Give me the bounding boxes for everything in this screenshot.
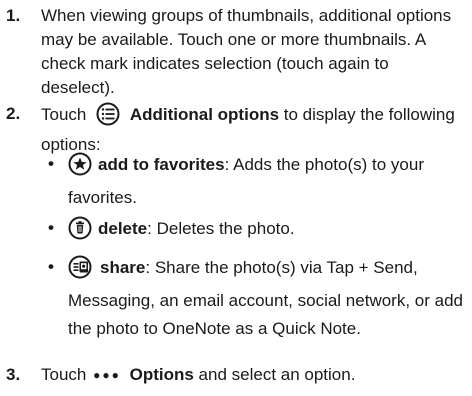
text-line: may be available. Touch one or more thum…: [41, 30, 427, 49]
share-icon: [68, 255, 94, 286]
star-icon: [68, 152, 92, 183]
more-dots-icon: ●●●: [93, 368, 121, 382]
additional-options-icon: [95, 102, 121, 133]
text-line: deselect).: [41, 78, 115, 97]
text-line: share: Share the photo(s) via Tap + Send…: [68, 255, 468, 286]
text-line: When viewing groups of thumbnails, addit…: [41, 6, 452, 25]
bold-term: Options: [129, 365, 194, 384]
step-text: Touch ●●● Options and select an option.: [41, 363, 469, 387]
bullet-dot: •: [48, 257, 54, 276]
bullet-dot: •: [48, 154, 54, 173]
bullet-add-to-favorites: • add to favorites: Adds the photo(s) to…: [48, 152, 468, 210]
bold-term: add to favorites: [98, 155, 225, 174]
trash-icon: [68, 216, 92, 247]
text-line: add to favorites: Adds the photo(s) to y…: [68, 152, 468, 183]
step-text: Touch Additional options to display the …: [41, 102, 469, 157]
step-number: 3.: [6, 365, 21, 384]
text-line: favorites.: [68, 188, 137, 207]
text-line: Touch Additional options to display the …: [41, 102, 469, 133]
bold-term: share: [100, 258, 146, 277]
bold-term: Additional options: [129, 105, 280, 124]
step-text: When viewing groups of thumbnails, addit…: [41, 4, 469, 100]
text-line: Messaging, an email account, social netw…: [68, 291, 463, 310]
bullet-dot: •: [48, 218, 54, 237]
text-line: check mark indicates selection (touch ag…: [41, 54, 389, 73]
step-number: 1.: [6, 6, 21, 25]
bullet-delete: • delete: Deletes the photo.: [48, 216, 468, 247]
text-line: delete: Deletes the photo.: [68, 216, 468, 247]
text-line: the photo to OneNote as a Quick Note.: [68, 319, 361, 338]
step-number: 2.: [6, 104, 21, 123]
instruction-page: 1. When viewing groups of thumbnails, ad…: [0, 0, 472, 396]
bullet-share: • share: Share the photo(s) via Tap + Se…: [48, 255, 468, 341]
bold-term: delete: [98, 219, 148, 238]
